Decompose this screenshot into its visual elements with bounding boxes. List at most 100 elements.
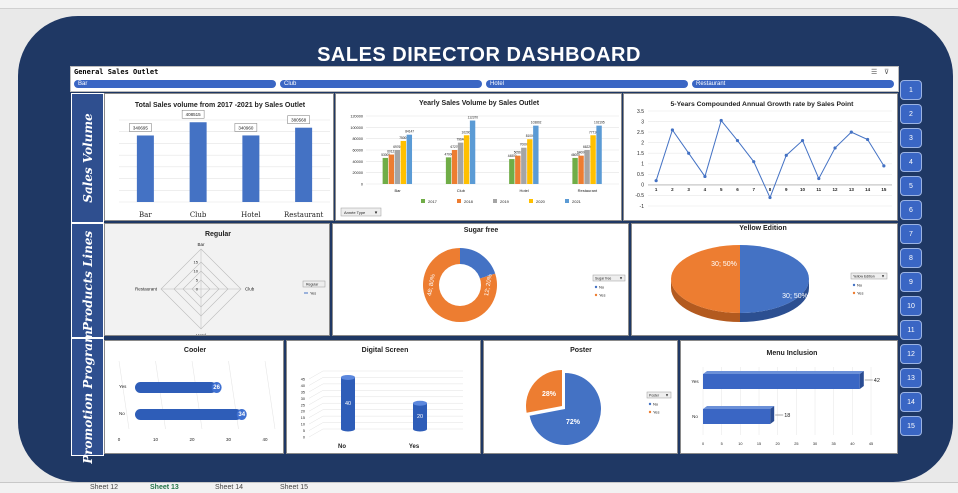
bar-club-2020	[463, 135, 470, 184]
yellow-edition-pie-chart[interactable]: Yellow Edition 30; 50% 30; 50% Yellow Editi…	[631, 223, 898, 336]
index-button-9[interactable]: 9	[900, 272, 922, 292]
index-button-10[interactable]: 10	[900, 296, 922, 316]
legend-title: Poster	[649, 394, 660, 398]
slicer-item-hotel[interactable]: Hotel	[486, 80, 688, 88]
sheet-tab-12[interactable]: Sheet 12	[90, 484, 118, 491]
bar-side	[770, 406, 775, 424]
y-tick-label: 2	[641, 140, 644, 146]
slicer-item-bar[interactable]: Bar	[74, 80, 276, 88]
index-button-8[interactable]: 8	[900, 248, 922, 268]
x-tick-label: 0	[702, 442, 704, 446]
index-button-15[interactable]: 15	[900, 416, 922, 436]
chart-title: Digital Screen	[362, 347, 409, 354]
legend-swatch	[852, 283, 856, 287]
outlet-slicer[interactable]: General Sales Outlet ☰ ⊽ Bar Club Hotel …	[70, 66, 899, 92]
y-tick-label: 40	[301, 384, 305, 388]
clear-filter-icon[interactable]: ⊽	[884, 68, 889, 76]
slicer-item-club[interactable]: Club	[280, 80, 482, 88]
x-tick-label: 1	[655, 187, 658, 192]
legend-label: 2020	[536, 199, 546, 204]
index-button-12[interactable]: 12	[900, 344, 922, 364]
x-tick-label: 20	[776, 442, 780, 446]
total-sales-chart[interactable]: Total Sales volume from 2017 -2021 by Sa…	[104, 93, 334, 221]
legend-title: Regular	[306, 283, 319, 287]
index-button-2[interactable]: 2	[900, 104, 922, 124]
index-button-11[interactable]: 11	[900, 320, 922, 340]
index-button-14[interactable]: 14	[900, 392, 922, 412]
y-tick-label: 120000	[350, 115, 363, 119]
index-button-5[interactable]: 5	[900, 176, 922, 196]
poster-pie-chart[interactable]: Poster 72% 28% Poster ▾ No Yes	[483, 340, 678, 454]
data-point	[817, 176, 821, 181]
y-tick-label: 0	[641, 183, 644, 189]
yearly-sales-chart[interactable]: Yearly Sales Volume by Sales Outlet 0 2000…	[335, 93, 622, 221]
category-label: No	[119, 411, 125, 416]
gridline	[308, 383, 324, 393]
x-tick-label: 2	[671, 187, 674, 192]
index-button-6[interactable]: 6	[900, 200, 922, 220]
bar-no	[703, 409, 771, 424]
bar-restaurant-2020	[590, 135, 596, 184]
sheet-tab-13[interactable]: Sheet 13	[150, 484, 179, 491]
index-button-7[interactable]: 7	[900, 224, 922, 244]
top-toolbar-strip	[0, 0, 958, 9]
bar-cap	[341, 374, 355, 380]
slicer-item-restaurant[interactable]: Restaurant	[692, 80, 894, 88]
sheet-tab-14[interactable]: Sheet 14	[215, 484, 243, 491]
index-button-3[interactable]: 3	[900, 128, 922, 148]
category-label: No	[692, 414, 698, 419]
multi-select-icon[interactable]: ☰	[871, 68, 877, 76]
menu-inclusion-chart[interactable]: Menu Inclusion 0 5 10 15 20 25 30 35 40 45 42 Yes 18 N…	[680, 340, 898, 454]
x-tick-label: 10	[800, 187, 806, 192]
sheet-tab-15[interactable]: Sheet 15	[280, 484, 308, 491]
chart-title: Yearly Sales Volume by Sales Outlet	[419, 100, 540, 107]
x-tick-label: 40	[850, 442, 854, 446]
category-label: Yes	[119, 384, 127, 389]
chart-title: 5-Years Compounded Annual Growth rate by…	[671, 101, 855, 108]
data-point	[833, 146, 837, 150]
y-tick-label: 20000	[352, 171, 363, 175]
legend-label: 2021	[572, 199, 582, 204]
x-tick-label: 6	[736, 187, 739, 192]
gridline	[308, 409, 324, 418]
index-button-4[interactable]: 4	[900, 152, 922, 172]
regular-radar-chart[interactable]: Regular 0 5 10 15 Bar Club Hotel Restaurant Regul…	[104, 223, 330, 336]
gridline	[308, 377, 324, 386]
data-point	[719, 118, 723, 123]
index-button-13[interactable]: 13	[900, 368, 922, 388]
bar-yes	[135, 382, 217, 393]
y-tick-label: 30	[301, 397, 305, 401]
chart-title: Yellow Edition	[739, 225, 786, 232]
bar-no	[135, 409, 242, 420]
legend-title: Sugar free	[595, 277, 611, 281]
bar-bar-2020	[400, 140, 407, 184]
legend-label: Yes	[653, 410, 660, 415]
bar-club-2018	[451, 150, 458, 184]
data-label: 340695	[133, 125, 149, 130]
legend-label: No	[599, 285, 605, 290]
sheet-tab-bar	[0, 482, 958, 493]
bar-club-2019	[457, 142, 464, 184]
radial-tick-label: 15	[194, 260, 199, 265]
index-button-1[interactable]: 1	[900, 80, 922, 100]
data-point	[768, 195, 772, 200]
legend-swatch	[852, 291, 856, 295]
cooler-bar-chart[interactable]: Cooler 0 10 20 30 40 26 Yes 34 No	[104, 340, 284, 454]
legend-swatch	[493, 199, 497, 203]
y-tick-label: 15	[301, 416, 305, 420]
gridline	[308, 390, 324, 399]
x-tick-label: 30	[226, 437, 232, 442]
sugar-free-donut-chart[interactable]: Sugar free 48; 80% 12; 20% Sugar free ▾ No Yes	[332, 223, 629, 336]
axis-label: Bar	[197, 242, 205, 247]
gridline	[308, 396, 324, 405]
legend-label: 2019	[500, 199, 510, 204]
bar-restaurant-2017	[572, 157, 578, 184]
category-label: Club	[190, 211, 207, 219]
bar-cap	[413, 400, 427, 406]
section-label-promotion-program: Promotion Program	[71, 330, 104, 464]
cagr-line-chart[interactable]: 5-Years Compounded Annual Growth rate by…	[623, 93, 898, 221]
digital-screen-chart[interactable]: Digital Screen 0 5 10 15 20 25 30 35 40 45 40 No 20 Ye…	[286, 340, 481, 454]
x-tick-label: 14	[865, 187, 871, 192]
bar-restaurant-2021	[596, 125, 602, 184]
bar-hotel-2020	[527, 139, 533, 184]
